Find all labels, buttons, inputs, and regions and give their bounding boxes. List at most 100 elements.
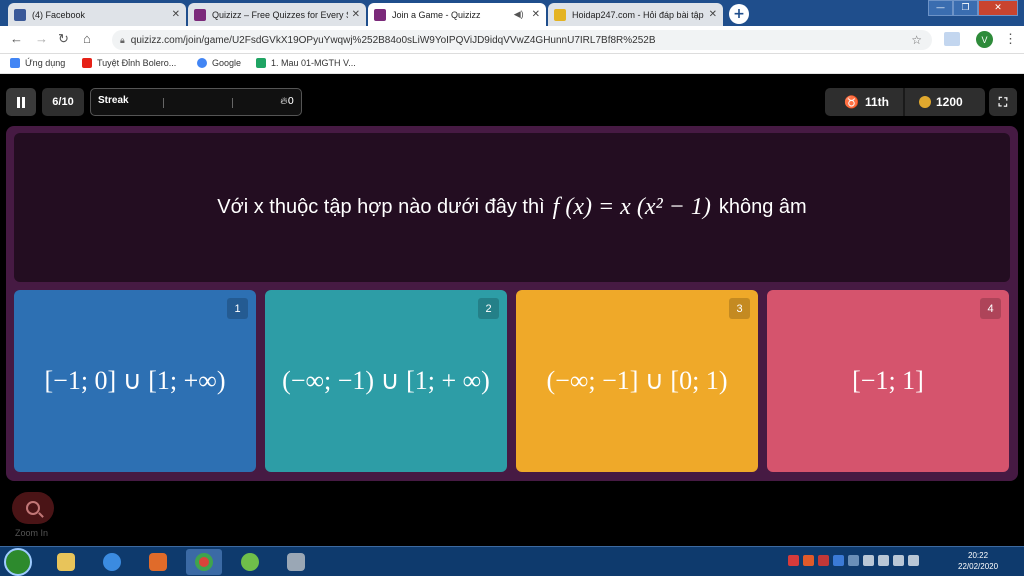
score: 1200 xyxy=(919,95,963,109)
start-button[interactable] xyxy=(4,548,32,576)
streak-count: 🔥︎0 xyxy=(280,96,294,107)
quizizz-icon xyxy=(374,8,386,21)
bookmark-google[interactable]: Google xyxy=(197,58,241,68)
tray-icon[interactable] xyxy=(833,555,844,566)
close-icon[interactable]: ✕ xyxy=(532,9,540,20)
menu-dots-icon[interactable]: ⋮ xyxy=(1004,31,1017,47)
clock-time: 20:22 xyxy=(968,551,989,560)
forward-arrow-icon[interactable]: → xyxy=(35,31,48,46)
option-number: 1 xyxy=(227,298,248,319)
folder-icon xyxy=(57,553,75,571)
flame-icon: 🔥︎ xyxy=(280,96,288,107)
taskbar-app[interactable] xyxy=(232,549,268,575)
tray-icon[interactable] xyxy=(788,555,799,566)
google-icon xyxy=(197,58,207,68)
taskbar-ie[interactable] xyxy=(94,549,130,575)
bookmark-bolero[interactable]: Tuyệt Đỉnh Bolero... xyxy=(82,58,176,68)
reload-icon[interactable]: ↻ xyxy=(58,31,69,47)
close-icon[interactable]: ✕ xyxy=(172,9,180,20)
taskbar-clock[interactable]: 20:22 22/02/2020 xyxy=(958,550,998,572)
answer-option-3[interactable]: 3 (−∞; −1] ∪ [0; 1) xyxy=(516,290,758,472)
question-prefix: Với x thuộc tập hợp nào dưới đây thì xyxy=(217,196,545,218)
bookmark-label: 1. Mau 01-MGTH V... xyxy=(271,58,356,68)
maximize-button[interactable]: ❐ xyxy=(953,0,978,16)
option-text: (−∞; −1] ∪ [0; 1) xyxy=(546,366,728,395)
tab-title: Join a Game - Quizizz xyxy=(392,9,481,20)
tab-quizizz-home[interactable]: Quizizz – Free Quizzes for Every S ✕ xyxy=(188,3,366,26)
extension-icon[interactable] xyxy=(944,32,960,46)
tray-icon[interactable] xyxy=(848,555,859,566)
option-number: 4 xyxy=(980,298,1001,319)
streak-count-value: 0 xyxy=(287,96,294,107)
streak-label: Streak xyxy=(98,95,129,106)
flag-icon[interactable] xyxy=(908,555,919,566)
streak-meter: Streak 🔥︎0 xyxy=(90,88,302,116)
quizizz-icon xyxy=(194,8,206,21)
url-text: quizizz.com/join/game/U2FsdGVkX19OPyuYwq… xyxy=(130,34,656,46)
signal-icon[interactable] xyxy=(878,555,889,566)
app-icon xyxy=(241,553,259,571)
volume-icon[interactable] xyxy=(893,555,904,566)
speaker-icon[interactable]: ◀) xyxy=(514,9,524,20)
option-text: [−1; 0] ∪ [1; +∞) xyxy=(44,366,226,395)
score-value: 1200 xyxy=(936,95,963,109)
tab-facebook[interactable]: (4) Facebook ✕ xyxy=(8,3,186,26)
coin-icon xyxy=(919,96,931,108)
tray-icon[interactable] xyxy=(818,555,829,566)
lock-icon: 🔒︎ xyxy=(120,34,125,45)
taskbar-media[interactable] xyxy=(140,549,176,575)
back-arrow-icon[interactable]: ← xyxy=(10,31,23,46)
zoom-in-button[interactable] xyxy=(12,492,54,524)
hoidap-icon xyxy=(554,8,566,21)
answer-option-4[interactable]: 4 [−1; 1] xyxy=(767,290,1009,472)
rank-icon: ♉ xyxy=(844,95,859,109)
question-progress: 6/10 xyxy=(42,88,84,116)
facebook-icon xyxy=(14,8,26,21)
close-icon[interactable]: ✕ xyxy=(352,9,360,20)
divider xyxy=(903,88,905,116)
address-bar-row: ← → ↻ ⌂ 🔒︎ quizizz.com/join/game/U2FsdGV… xyxy=(0,26,1024,54)
taskbar-explorer[interactable] xyxy=(48,549,84,575)
taskbar-calculator[interactable] xyxy=(278,549,314,575)
quiz-game: 6/10 Streak 🔥︎0 ♉ 11th 1200 ⛶ Với x thuộ… xyxy=(0,76,1024,546)
taskbar-chrome[interactable] xyxy=(186,549,222,575)
answer-option-1[interactable]: 1 [−1; 0] ∪ [1; +∞) xyxy=(14,290,256,472)
fullscreen-button[interactable]: ⛶ xyxy=(989,88,1017,116)
system-tray xyxy=(788,555,919,566)
bookmark-label: Tuyệt Đỉnh Bolero... xyxy=(97,58,177,68)
tab-title: (4) Facebook xyxy=(32,9,86,20)
fullscreen-icon: ⛶ xyxy=(998,94,1008,109)
pause-icon-bar xyxy=(22,96,25,108)
profile-avatar[interactable]: V xyxy=(976,31,993,48)
question-math: f (x) = x (x² − 1) xyxy=(552,194,711,220)
bookmark-star-icon[interactable]: ☆ xyxy=(911,33,922,47)
pause-button[interactable] xyxy=(6,88,36,116)
option-text: (−∞; −1) ∪ [1; + ∞) xyxy=(282,366,490,395)
tray-icon[interactable] xyxy=(803,555,814,566)
url-field[interactable]: 🔒︎ quizizz.com/join/game/U2FsdGVkX19OPyu… xyxy=(112,30,932,50)
calculator-icon xyxy=(287,553,305,571)
answer-options: 1 [−1; 0] ∪ [1; +∞) 2 (−∞; −1) ∪ [1; + ∞… xyxy=(14,290,1010,472)
bookmark-drive[interactable]: 1. Mau 01-MGTH V... xyxy=(256,58,356,68)
tab-hoidap247[interactable]: Hoidap247.com - Hỏi đáp bài tập ✕ xyxy=(548,3,723,26)
tab-title: Quizizz – Free Quizzes for Every S xyxy=(212,9,348,20)
tab-join-game[interactable]: Join a Game - Quizizz ◀) ✕ xyxy=(368,3,546,26)
bookmark-apps[interactable]: Ứng dụng xyxy=(10,58,65,68)
magnifier-icon xyxy=(26,501,40,515)
new-tab-button[interactable]: + xyxy=(729,4,749,24)
close-icon[interactable]: ✕ xyxy=(709,9,717,20)
streak-tick xyxy=(163,98,164,108)
option-number: 3 xyxy=(729,298,750,319)
option-number: 2 xyxy=(478,298,499,319)
bluetooth-icon[interactable] xyxy=(863,555,874,566)
rank-score-pill: ♉ 11th 1200 xyxy=(825,88,985,116)
tab-title: Hoidap247.com - Hỏi đáp bài tập xyxy=(572,9,704,20)
bookmark-label: Google xyxy=(212,58,242,68)
question-panel: Với x thuộc tập hợp nào dưới đây thì f (… xyxy=(6,126,1018,481)
browser-tab-bar: (4) Facebook ✕ Quizizz – Free Quizzes fo… xyxy=(0,0,1024,26)
close-window-button[interactable]: ✕ xyxy=(978,0,1018,16)
answer-option-2[interactable]: 2 (−∞; −1) ∪ [1; + ∞) xyxy=(265,290,507,472)
chrome-icon xyxy=(195,553,213,571)
minimize-button[interactable]: — xyxy=(928,0,953,16)
home-icon[interactable]: ⌂ xyxy=(83,31,91,46)
